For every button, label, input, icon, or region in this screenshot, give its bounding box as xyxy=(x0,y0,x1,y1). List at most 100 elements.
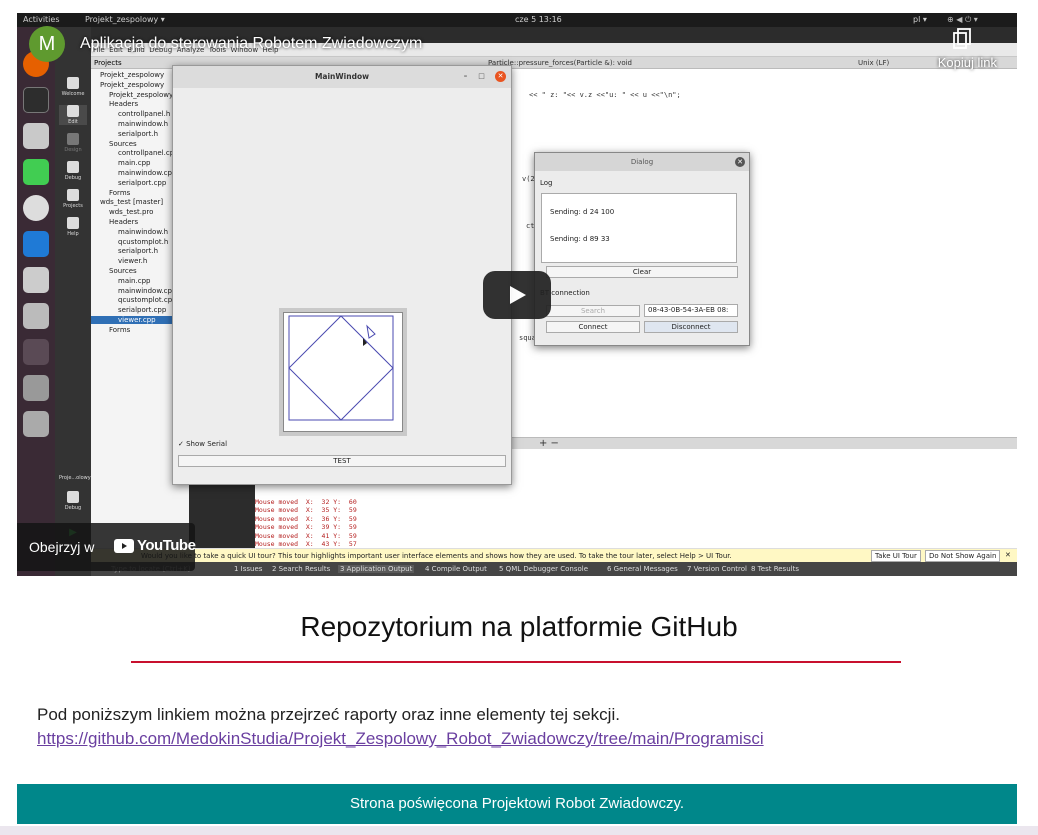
tree-item[interactable]: mainwindow.cpp xyxy=(118,169,176,177)
system-tray-icons[interactable]: ⊕ ◀ ⏻ ▾ xyxy=(947,15,978,25)
mode-design[interactable]: Design xyxy=(59,133,87,153)
tree-item[interactable]: mainwindow.h xyxy=(118,228,168,236)
show-serial-checkbox[interactable]: ✓ Show Serial xyxy=(178,440,227,448)
tree-item[interactable]: Forms xyxy=(109,326,130,334)
tab-test-results[interactable]: 8 Test Results xyxy=(751,565,799,573)
tree-item[interactable]: wds_test.pro xyxy=(109,208,153,216)
log-line: Sending: d 89 33 xyxy=(550,235,610,243)
clear-button[interactable]: Clear xyxy=(546,266,738,278)
tree-item[interactable]: mainwindow.cpp xyxy=(118,287,176,295)
bt-dialog: Dialog ✕ Log Sending: d 24 100 Sending: … xyxy=(534,152,750,346)
mode-debug[interactable]: Debug xyxy=(59,161,87,181)
close-icon[interactable]: ✕ xyxy=(1005,551,1011,559)
mode-edit[interactable]: Edit xyxy=(59,105,87,125)
tree-item[interactable]: Sources xyxy=(109,267,137,275)
tree-item[interactable]: qcustomplot.cpp xyxy=(118,296,177,304)
mode-welcome[interactable]: Welcome xyxy=(59,77,87,97)
tree-item[interactable]: main.cpp xyxy=(118,277,150,285)
close-icon[interactable]: ✕ xyxy=(735,157,745,167)
output-line: Mouse moved X: 41 Y: 59 xyxy=(255,531,357,540)
tree-item[interactable]: Headers xyxy=(109,218,138,226)
app-icon[interactable] xyxy=(23,339,49,365)
tree-item[interactable]: main.cpp xyxy=(118,159,150,167)
tree-item[interactable]: controllpanel.cpp xyxy=(118,149,179,157)
tree-item[interactable]: Projekt_zespolowy xyxy=(100,81,164,89)
ide-icon[interactable] xyxy=(23,231,49,257)
youtube-video-embed[interactable]: Activities Projekt_zespolowy ▾ cze 5 13:… xyxy=(17,13,1017,576)
drive-icon[interactable] xyxy=(23,411,49,437)
footer-text: Strona poświęcona Projektowi Robot Zwiad… xyxy=(349,795,685,812)
ui-tour-bar: Would you like to take a quick UI tour? … xyxy=(91,548,1017,562)
minimize-icon[interactable]: – xyxy=(460,71,471,82)
output-line: Mouse moved X: 39 Y: 59 xyxy=(255,523,357,532)
mode-help[interactable]: Help xyxy=(59,217,87,237)
watch-on-youtube-link[interactable]: Obejrzyj w YouTube xyxy=(17,523,196,571)
connect-button[interactable]: Connect xyxy=(546,321,640,333)
projects-label[interactable]: Projects xyxy=(94,59,122,67)
github-link[interactable]: https://github.com/MedokinStudia/Projekt… xyxy=(37,729,764,748)
mainwindow-titlebar: MainWindow – □ ✕ xyxy=(173,66,511,88)
language-indicator[interactable]: pl ▾ xyxy=(913,15,927,24)
tab-issues[interactable]: 1 Issues xyxy=(234,565,262,573)
take-ui-tour-button[interactable]: Take UI Tour xyxy=(871,550,921,562)
tree-item[interactable]: mainwindow.h xyxy=(118,120,168,128)
tab-general-messages[interactable]: 6 General Messages xyxy=(607,565,678,573)
search-app-icon[interactable] xyxy=(23,303,49,329)
dialog-titlebar: Dialog ✕ xyxy=(535,153,749,171)
tree-item[interactable]: Forms xyxy=(109,189,130,197)
usb-icon[interactable] xyxy=(23,267,49,293)
close-icon[interactable]: ✕ xyxy=(495,71,506,82)
copy-link-icon[interactable] xyxy=(952,27,974,49)
robot-control-canvas[interactable] xyxy=(279,308,407,436)
terminal-icon[interactable] xyxy=(23,87,49,113)
tree-item[interactable]: serialport.cpp xyxy=(118,179,166,187)
activities-label[interactable]: Activities xyxy=(23,15,60,24)
files-icon[interactable] xyxy=(23,123,49,149)
tree-item[interactable]: qcustomplot.h xyxy=(118,238,168,246)
control-shape xyxy=(288,315,394,421)
output-line: Mouse moved X: 35 Y: 59 xyxy=(255,506,357,515)
dialog-title: Dialog xyxy=(630,158,654,166)
tree-item[interactable]: serialport.h xyxy=(118,130,158,138)
tab-compile-output[interactable]: 4 Compile Output xyxy=(425,565,487,573)
tree-item[interactable]: wds_test [master] xyxy=(100,198,163,206)
tree-item[interactable]: serialport.h xyxy=(118,247,158,255)
qt-mode-sidebar: Welcome Edit Design Debug Projects Help … xyxy=(55,27,91,576)
tree-item[interactable]: Projekt_zespolowy xyxy=(100,71,164,79)
app-menu-label[interactable]: Projekt_zespolowy ▾ xyxy=(85,15,165,24)
add-remove-controls[interactable]: + − xyxy=(539,438,559,449)
section-text: Pod poniższym linkiem można przejrzeć ra… xyxy=(37,705,620,724)
mainwindow-dialog: MainWindow – □ ✕ ✓ Show Serial TEST xyxy=(172,65,512,485)
tree-item[interactable]: Sources xyxy=(109,140,137,148)
tab-qml-debugger[interactable]: 5 QML Debugger Console xyxy=(499,565,588,573)
play-icon xyxy=(510,286,526,304)
kit-selector[interactable]: Proje...olowy xyxy=(59,475,91,481)
youtube-wordmark: YouTube xyxy=(137,537,196,554)
tree-item[interactable]: viewer.h xyxy=(118,257,147,265)
settings-icon[interactable] xyxy=(23,195,49,221)
kit-mode[interactable]: Debug xyxy=(59,491,87,511)
play-button[interactable] xyxy=(483,271,551,319)
test-button[interactable]: TEST xyxy=(178,455,506,467)
tab-application-output[interactable]: 3 Application Output xyxy=(338,565,415,573)
video-title[interactable]: Aplikacja do sterowania Robotem Zwiadowc… xyxy=(80,35,422,53)
search-button[interactable]: Search xyxy=(546,305,640,317)
log-textbox[interactable]: Sending: d 24 100 Sending: d 89 33 xyxy=(541,193,737,263)
copy-link-label[interactable]: Kopiuj link xyxy=(938,55,997,70)
tree-item[interactable]: controllpanel.h xyxy=(118,110,170,118)
line-ending-selector[interactable]: Unix (LF) xyxy=(858,59,889,67)
qt-creator-icon[interactable] xyxy=(23,159,49,185)
disconnect-button[interactable]: Disconnect xyxy=(644,321,738,333)
tree-item[interactable]: serialport.cpp xyxy=(118,306,166,314)
channel-avatar[interactable]: M xyxy=(29,26,65,62)
qt-statusbar: Type to locate (Ctrl+K) 1 Issues 2 Searc… xyxy=(91,562,1017,576)
usb-drive-icon[interactable] xyxy=(23,375,49,401)
maximize-icon[interactable]: □ xyxy=(476,71,487,82)
do-not-show-again-button[interactable]: Do Not Show Again xyxy=(925,550,1001,562)
device-select[interactable]: 08-43-0B-54-3A-EB 08: xyxy=(644,304,738,317)
wrench-icon xyxy=(67,189,79,201)
mode-projects[interactable]: Projects xyxy=(59,189,87,209)
tab-version-control[interactable]: 7 Version Control xyxy=(687,565,747,573)
tree-item[interactable]: Headers xyxy=(109,100,138,108)
tab-search-results[interactable]: 2 Search Results xyxy=(272,565,330,573)
